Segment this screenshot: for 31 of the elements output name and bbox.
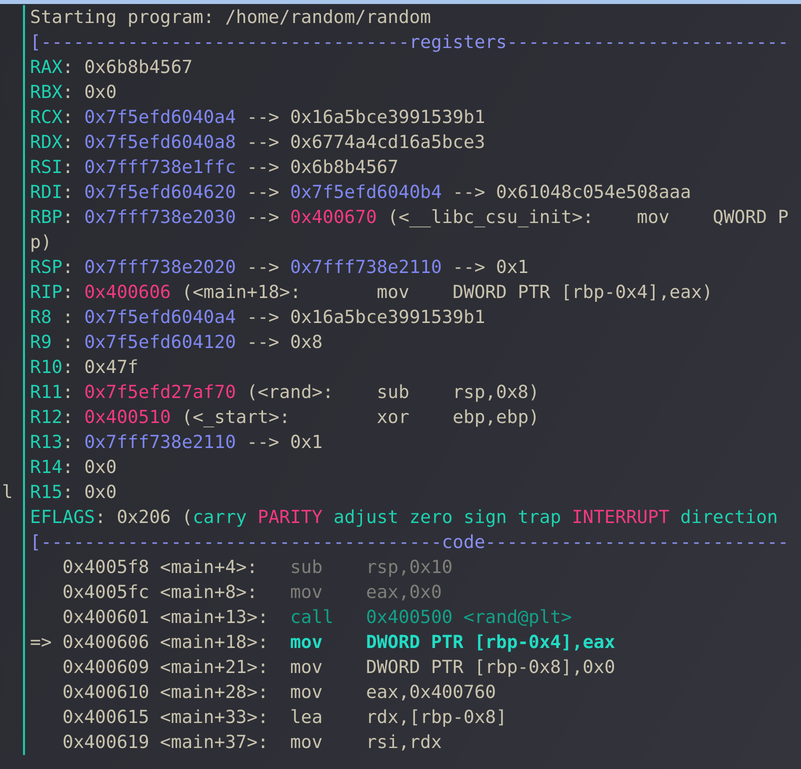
terminal-line: R11: 0x7f5efd27af70 (<rand>: sub rsp,0x8) xyxy=(29,381,540,405)
terminal-line: 0x4005fc <main+8>: mov eax,0x0 xyxy=(62,581,442,605)
terminal-line: RDI: 0x7f5efd604620 --> 0x7f5efd6040b4 --> 0x61048c054e508aaa xyxy=(29,181,692,205)
terminal-line: [-------------------------------------code---------------------------- xyxy=(29,531,789,555)
terminal-line: p) xyxy=(29,231,52,255)
terminal-line: RDX: 0x7f5efd6040a8 --> 0x6774a4cd16a5bce3 xyxy=(29,131,486,155)
terminal-line: EFLAGS: 0x206 (carry PARITY adjust zero sign trap INTERRUPT direction xyxy=(29,506,778,530)
terminal-line: [----------------------------------registers-------------------------- xyxy=(29,31,789,55)
terminal-line: 0x400609 <main+21>: mov DWORD PTR [rbp-0x8],0x0 xyxy=(62,656,616,680)
terminal-line: 0x400610 <main+28>: mov eax,0x400760 xyxy=(62,681,496,705)
terminal-line: R9 : 0x7f5efd604120 --> 0x8 xyxy=(29,331,323,355)
terminal-line: R13: 0x7fff738e2110 --> 0x1 xyxy=(29,431,323,455)
terminal-line: => 0x400606 <main+18>: mov DWORD PTR [rbp-0x4],eax xyxy=(29,631,616,655)
terminal-line: 0x4005f8 <main+4>: sub rsp,0x10 xyxy=(62,556,453,580)
terminal-line: R10: 0x47f xyxy=(29,356,138,380)
terminal-line: RSP: 0x7fff738e2020 --> 0x7fff738e2110 --> 0x1 xyxy=(29,256,529,280)
terminal-line: R8 : 0x7f5efd6040a4 --> 0x16a5bce3991539b1 xyxy=(29,306,486,330)
terminal-line: 0x400619 <main+37>: mov rsi,rdx xyxy=(62,731,442,755)
terminal-line: R15: 0x0 xyxy=(29,481,117,505)
terminal-line: RCX: 0x7f5efd6040a4 --> 0x16a5bce3991539b1 xyxy=(29,106,486,130)
terminal-line: Starting program: /home/random/random xyxy=(29,6,431,30)
terminal-line: RIP: 0x400606 (<main+18>: mov DWORD PTR [rbp-0x4],eax) xyxy=(29,281,713,305)
terminal-line: RAX: 0x6b8b4567 xyxy=(29,56,193,80)
terminal-line: RBP: 0x7fff738e2030 --> 0x400670 (<__libc_csu_init>: mov QWORD P xyxy=(29,206,789,230)
terminal-line: 0x400615 <main+33>: lea rdx,[rbp-0x8] xyxy=(62,706,507,730)
terminal-line: R12: 0x400510 (<_start>: xor ebp,ebp) xyxy=(29,406,540,430)
gutter-text: l xyxy=(1,481,13,505)
terminal-line: RSI: 0x7fff738e1ffc --> 0x6b8b4567 xyxy=(29,156,398,180)
terminal-line: RBX: 0x0 xyxy=(29,81,117,105)
terminal-line: 0x400601 <main+13>: call 0x400500 <rand@plt> xyxy=(62,606,572,630)
terminal-line: R14: 0x0 xyxy=(29,456,117,480)
